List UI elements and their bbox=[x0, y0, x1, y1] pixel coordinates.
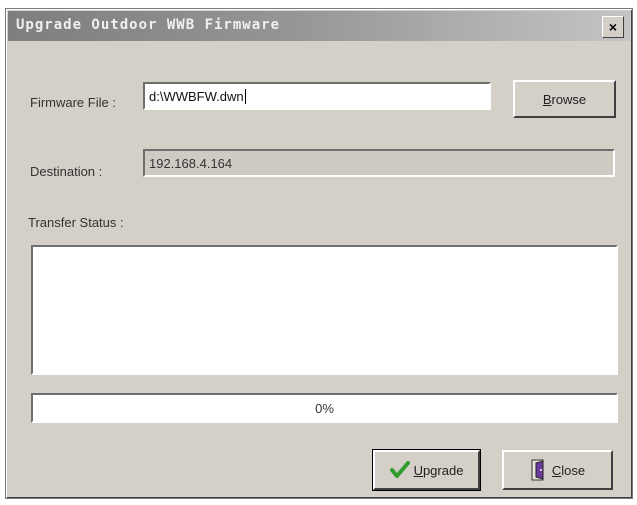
title-bar[interactable]: Upgrade Outdoor WWB Firmware × bbox=[8, 11, 630, 41]
transfer-status-log[interactable] bbox=[31, 245, 618, 375]
upgrade-progress-bar: 0% bbox=[31, 393, 618, 423]
window-title: Upgrade Outdoor WWB Firmware bbox=[16, 17, 281, 33]
upgrade-firmware-dialog: Upgrade Outdoor WWB Firmware × Firmware … bbox=[5, 8, 633, 499]
destination-label: Destination : bbox=[30, 164, 103, 179]
upgrade-button[interactable]: Upgrade bbox=[372, 449, 481, 491]
destination-value: 192.168.4.164 bbox=[149, 156, 233, 171]
destination-field: 192.168.4.164 bbox=[143, 149, 615, 177]
firmware-file-value: d:\WWBFW.dwn bbox=[149, 89, 244, 104]
firmware-file-label: Firmware File : bbox=[30, 95, 116, 110]
browse-button-label: Browse bbox=[542, 91, 587, 107]
close-button-label: Close bbox=[551, 462, 586, 478]
checkmark-icon bbox=[389, 461, 410, 478]
progress-percentage: 0% bbox=[315, 401, 334, 416]
firmware-file-input[interactable]: d:\WWBFW.dwn bbox=[143, 82, 491, 110]
close-button[interactable]: Close bbox=[502, 450, 613, 490]
transfer-status-label: Transfer Status : bbox=[28, 215, 124, 230]
text-caret bbox=[244, 89, 246, 104]
close-icon: × bbox=[608, 19, 618, 35]
window-close-button[interactable]: × bbox=[602, 16, 624, 38]
upgrade-button-label: Upgrade bbox=[413, 462, 464, 478]
door-exit-icon bbox=[531, 459, 544, 481]
browse-button[interactable]: Browse bbox=[513, 80, 616, 118]
